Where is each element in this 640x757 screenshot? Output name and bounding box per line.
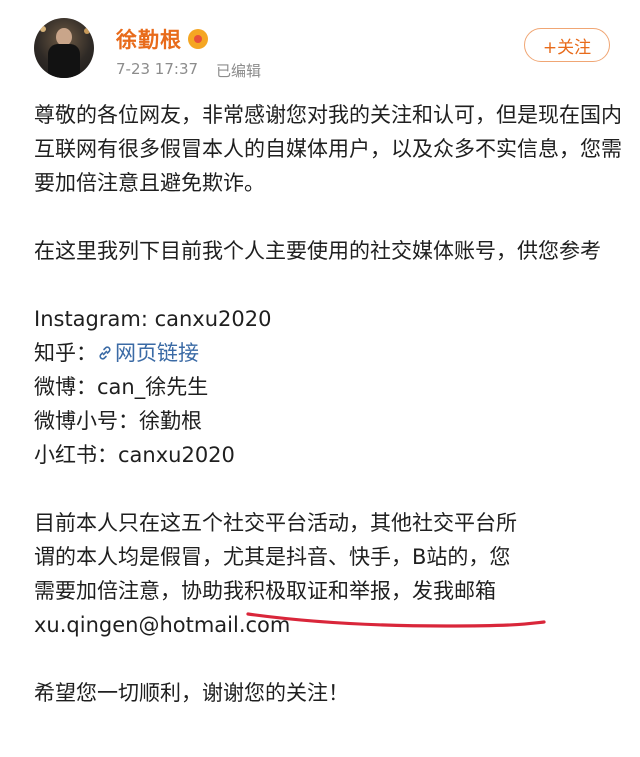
paragraph-warning-line1: 目前本人只在这五个社交平台活动，其他社交平台所 (34, 511, 517, 535)
zhihu-label: 知乎： (34, 341, 97, 365)
avatar-body (48, 44, 80, 78)
warning-text-c: ，您 (468, 545, 511, 569)
follow-button[interactable]: +关注 (524, 28, 610, 62)
paragraph-warning-line3: 需要加倍注意，协助我积极取证和举报，发我邮箱 (34, 579, 496, 603)
account-weibo: 微博：can_徐先生 (34, 375, 209, 399)
account-zhihu: 知乎： 网页链接 (34, 336, 624, 370)
author-name[interactable]: 徐勤根 (116, 24, 182, 54)
post-timestamp: 7-23 17:37 (116, 60, 199, 78)
warning-highlighted-text: 尤其是抖音、快手，B站的 (223, 545, 469, 569)
link-icon (99, 346, 111, 360)
post-meta: 7-23 17:37 已编辑 (116, 60, 261, 81)
zhihu-link-text: 网页链接 (115, 341, 199, 365)
account-instagram: Instagram: canxu2020 (34, 307, 272, 331)
vip-badge-icon (188, 29, 208, 49)
account-xiaohongshu: 小红书：canxu2020 (34, 443, 235, 467)
zhihu-web-link[interactable]: 网页链接 (97, 341, 199, 365)
paragraph-accounts-intro: 在这里我列下目前我个人主要使用的社交媒体账号，供您参考 (34, 239, 601, 263)
avatar[interactable] (34, 18, 94, 78)
author-row: 徐勤根 (116, 24, 208, 54)
red-hand-drawn-underline (246, 612, 546, 628)
post-header: 徐勤根 7-23 17:37 已编辑 +关注 (0, 0, 640, 92)
account-weibo-alt: 微博小号：徐勤根 (34, 409, 202, 433)
paragraph-warning-line2: 谓的本人均是假冒，尤其是抖音、快手，B站的，您 (34, 540, 624, 574)
paragraph-closing: 希望您一切顺利，谢谢您的关注！ (34, 681, 349, 705)
paragraph-intro: 尊敬的各位网友，非常感谢您对我的关注和认可，但是现在国内互联网有很多假冒本人的自… (34, 103, 622, 195)
warning-text-a: 谓的本人均是假冒， (34, 545, 223, 569)
edited-label[interactable]: 已编辑 (216, 60, 261, 81)
avatar-background-lights (40, 26, 46, 32)
